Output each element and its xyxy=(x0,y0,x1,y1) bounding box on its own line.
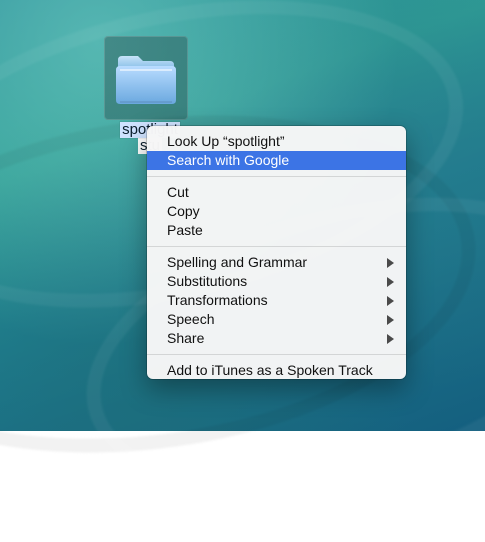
chevron-right-icon xyxy=(387,296,394,306)
menu-item-search-with-google[interactable]: Search with Google xyxy=(147,151,406,170)
menu-item-share[interactable]: Share xyxy=(147,329,406,348)
chevron-right-icon xyxy=(387,277,394,287)
menu-item-label: Share xyxy=(167,330,205,346)
menu-item-copy[interactable]: Copy xyxy=(147,202,406,221)
menu-item-add-to-itunes-spoken-track[interactable]: Add to iTunes as a Spoken Track xyxy=(147,361,406,379)
chevron-right-icon xyxy=(387,334,394,344)
menu-item-look-up[interactable]: Look Up “spotlight” xyxy=(147,132,406,151)
menu-item-paste[interactable]: Paste xyxy=(147,221,406,240)
menu-item-speech[interactable]: Speech xyxy=(147,310,406,329)
desktop-folder[interactable] xyxy=(104,36,188,120)
chevron-right-icon xyxy=(387,258,394,268)
menu-separator xyxy=(147,176,406,177)
menu-separator xyxy=(147,246,406,247)
menu-item-cut[interactable]: Cut xyxy=(147,183,406,202)
menu-item-transformations[interactable]: Transformations xyxy=(147,291,406,310)
context-menu-items: Look Up “spotlight” Search with Google C… xyxy=(147,132,406,379)
menu-separator xyxy=(147,354,406,355)
menu-item-substitutions[interactable]: Substitutions xyxy=(147,272,406,291)
menu-item-spelling-and-grammar[interactable]: Spelling and Grammar xyxy=(147,253,406,272)
menu-item-label: Speech xyxy=(167,311,215,327)
context-menu: Look Up “spotlight” Search with Google C… xyxy=(147,126,406,379)
menu-item-label: Transformations xyxy=(167,292,268,308)
folder-icon xyxy=(116,56,176,104)
menu-item-label: Substitutions xyxy=(167,273,248,289)
chevron-right-icon xyxy=(387,315,394,325)
menu-item-label: Spelling and Grammar xyxy=(167,254,308,270)
